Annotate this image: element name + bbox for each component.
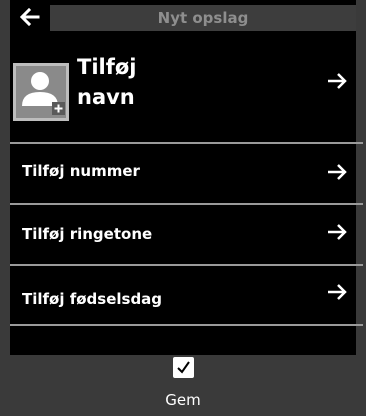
add-contact-avatar-icon	[13, 63, 69, 121]
arrow-right-icon[interactable]	[324, 159, 350, 185]
add-name-row[interactable]: Tilføj navn	[10, 38, 356, 141]
divider	[10, 324, 363, 326]
add-ringtone-label: Tilføj ringetone	[22, 225, 153, 243]
save-button[interactable]: Gem	[0, 391, 366, 409]
arrow-left-icon	[20, 8, 40, 26]
save-checkbox[interactable]	[173, 357, 194, 378]
add-number-row[interactable]: Tilføj nummer	[10, 143, 356, 203]
add-ringtone-row[interactable]: Tilføj ringetone	[10, 204, 356, 264]
left-edge-bar	[0, 0, 10, 416]
add-number-label: Tilføj nummer	[22, 162, 140, 180]
add-name-label: Tilføj navn	[77, 55, 137, 109]
add-birthday-label: Tilføj fødselsdag	[22, 290, 163, 308]
arrow-right-icon[interactable]	[324, 68, 350, 94]
checkmark-icon	[177, 361, 190, 374]
screen: Nyt opslag Tilføj navn Tilføj nummer Til…	[0, 0, 366, 416]
page-title: Nyt opslag	[50, 5, 356, 31]
right-edge-bar	[356, 0, 366, 416]
arrow-right-icon[interactable]	[324, 219, 350, 245]
header-bar: Nyt opslag	[0, 0, 366, 34]
add-birthday-row[interactable]: Tilføj fødselsdag	[10, 265, 356, 325]
arrow-right-icon[interactable]	[324, 279, 350, 305]
back-button[interactable]	[12, 0, 48, 34]
